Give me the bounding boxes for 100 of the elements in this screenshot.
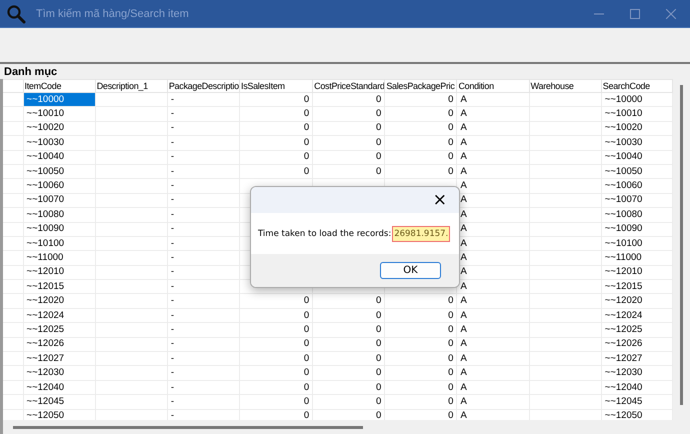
- table-cell[interactable]: 0: [384, 337, 457, 352]
- table-cell[interactable]: 0: [240, 294, 313, 308]
- table-cell[interactable]: ~~10080: [23, 208, 96, 222]
- table-cell[interactable]: 0: [312, 322, 385, 338]
- table-cell[interactable]: 0: [384, 121, 457, 136]
- table-cell[interactable]: 0: [384, 294, 457, 308]
- table-cell[interactable]: ~~10010: [601, 106, 672, 122]
- table-cell[interactable]: ~~10070: [23, 193, 96, 208]
- table-cell[interactable]: -: [167, 193, 240, 208]
- table-cell[interactable]: ~~10020: [23, 121, 96, 136]
- table-cell[interactable]: A: [456, 136, 530, 150]
- table-cell[interactable]: 0: [384, 164, 457, 179]
- table-cell[interactable]: 0: [384, 352, 457, 366]
- table-cell[interactable]: ~~10030: [23, 136, 96, 150]
- table-cell[interactable]: -: [167, 150, 240, 164]
- table-cell[interactable]: ~~10070: [601, 193, 672, 208]
- table-cell[interactable]: ~~12025: [601, 322, 672, 338]
- table-cell[interactable]: 0: [240, 352, 313, 366]
- table-cell[interactable]: 0: [312, 121, 385, 136]
- ok-button[interactable]: OK: [380, 262, 441, 279]
- table-cell[interactable]: 0: [312, 337, 385, 352]
- table-cell[interactable]: 0: [240, 337, 313, 352]
- table-cell[interactable]: ~~10000: [601, 92, 672, 107]
- table-cell[interactable]: -: [167, 380, 240, 395]
- column-header[interactable]: IsSalesItem: [240, 80, 313, 92]
- search-field[interactable]: Tìm kiếm mã hàng/Search item: [34, 6, 258, 20]
- close-button[interactable]: ×: [428, 191, 451, 209]
- table-cell[interactable]: 0: [240, 136, 313, 150]
- table-cell[interactable]: ~~12045: [23, 394, 96, 410]
- table-cell[interactable]: ~~12024: [601, 308, 672, 323]
- table-cell[interactable]: ~~12045: [601, 394, 672, 410]
- table-cell[interactable]: A: [456, 150, 530, 164]
- table-cell[interactable]: ~~12027: [601, 352, 672, 366]
- table-cell[interactable]: 0: [312, 394, 385, 410]
- column-header[interactable]: ItemCode: [23, 80, 96, 92]
- table-cell[interactable]: -: [167, 308, 240, 323]
- table-cell[interactable]: ~~10020: [601, 121, 672, 136]
- column-header[interactable]: SalesPackagePric: [384, 80, 457, 92]
- table-cell[interactable]: 0: [240, 150, 313, 164]
- table-cell[interactable]: ~~10050: [601, 164, 672, 179]
- table-cell[interactable]: A: [456, 394, 530, 410]
- table-cell[interactable]: -: [167, 265, 240, 280]
- table-cell[interactable]: A: [456, 337, 530, 352]
- maximize-icon[interactable]: [630, 8, 640, 18]
- table-cell[interactable]: 0: [312, 366, 385, 380]
- table-cell[interactable]: 0: [240, 308, 313, 323]
- table-cell[interactable]: A: [456, 308, 530, 323]
- column-header[interactable]: PackageDescriptio: [167, 80, 240, 92]
- table-cell[interactable]: -: [167, 337, 240, 352]
- table-cell[interactable]: ~~12026: [23, 337, 96, 352]
- table-cell[interactable]: 0: [384, 366, 457, 380]
- table-cell[interactable]: -: [167, 280, 240, 294]
- table-cell[interactable]: ~~12024: [23, 308, 96, 323]
- table-cell[interactable]: ~~10030: [601, 136, 672, 150]
- table-cell[interactable]: 0: [240, 106, 313, 122]
- table-cell[interactable]: A: [456, 380, 530, 395]
- table-cell[interactable]: A: [456, 106, 530, 122]
- close-icon[interactable]: [666, 8, 676, 18]
- table-cell[interactable]: 0: [384, 92, 457, 107]
- table-cell[interactable]: ~~11000: [601, 250, 672, 266]
- table-cell[interactable]: -: [167, 222, 240, 236]
- table-cell[interactable]: -: [167, 366, 240, 380]
- table-cell[interactable]: ~~12030: [23, 366, 96, 380]
- table-cell[interactable]: ~~12015: [23, 280, 96, 294]
- table-cell[interactable]: -: [167, 294, 240, 308]
- table-cell[interactable]: 0: [240, 121, 313, 136]
- table-cell[interactable]: 0: [312, 294, 385, 308]
- table-cell[interactable]: -: [167, 352, 240, 366]
- table-cell[interactable]: ~~10090: [23, 222, 96, 236]
- table-cell[interactable]: ~~10080: [601, 208, 672, 222]
- table-cell[interactable]: ~~10000: [23, 92, 96, 107]
- table-cell[interactable]: 0: [384, 308, 457, 323]
- table-cell[interactable]: 0: [312, 164, 385, 179]
- column-header[interactable]: Warehouse: [529, 80, 602, 92]
- table-cell[interactable]: A: [456, 92, 530, 107]
- table-cell[interactable]: ~~10010: [23, 106, 96, 122]
- table-cell[interactable]: ~~12010: [23, 265, 96, 280]
- table-cell[interactable]: 0: [384, 106, 457, 122]
- table-cell[interactable]: -: [167, 121, 240, 136]
- table-cell[interactable]: ~~10050: [23, 164, 96, 179]
- table-cell[interactable]: 0: [240, 380, 313, 395]
- table-cell[interactable]: A: [456, 352, 530, 366]
- table-cell[interactable]: 0: [240, 92, 313, 107]
- table-cell[interactable]: 0: [240, 322, 313, 338]
- table-cell[interactable]: ~~10100: [601, 236, 672, 251]
- table-cell[interactable]: A: [456, 322, 530, 338]
- table-cell[interactable]: 0: [312, 136, 385, 150]
- table-cell[interactable]: ~~10040: [601, 150, 672, 164]
- column-header[interactable]: CostPriceStandard: [312, 80, 385, 92]
- table-cell[interactable]: 0: [312, 92, 385, 107]
- table-cell[interactable]: -: [167, 322, 240, 338]
- table-cell[interactable]: ~~12025: [23, 322, 96, 338]
- table-cell[interactable]: 0: [384, 150, 457, 164]
- table-cell[interactable]: ~~10060: [23, 178, 96, 194]
- table-cell[interactable]: 0: [384, 394, 457, 410]
- table-cell[interactable]: -: [167, 136, 240, 150]
- table-cell[interactable]: ~~10090: [601, 222, 672, 236]
- table-cell[interactable]: 0: [312, 380, 385, 395]
- table-cell[interactable]: 0: [384, 322, 457, 338]
- table-cell[interactable]: 0: [312, 308, 385, 323]
